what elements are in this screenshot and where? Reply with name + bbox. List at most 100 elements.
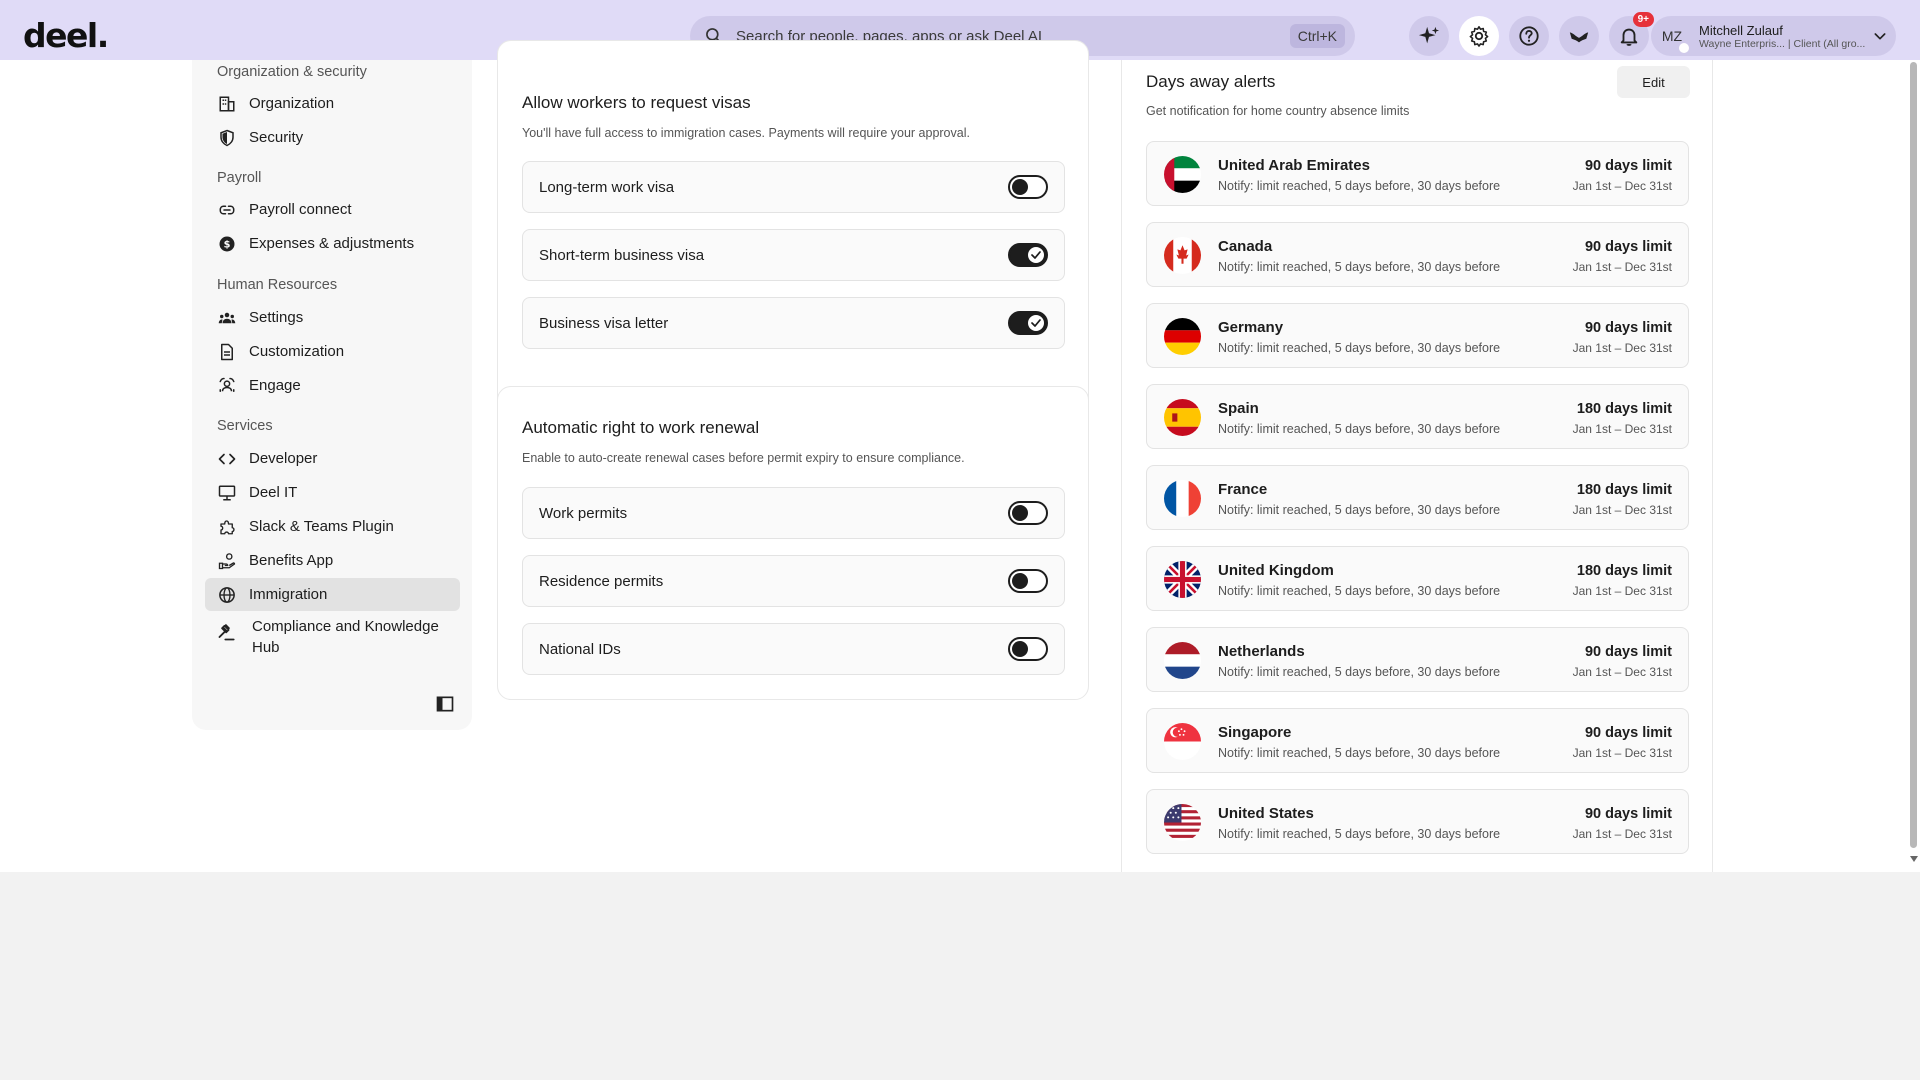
sidebar-item-label: Expenses & adjustments bbox=[249, 235, 415, 252]
help-button[interactable] bbox=[1509, 16, 1549, 56]
product-updates-button[interactable] bbox=[1559, 16, 1599, 56]
visa-card-title: Allow workers to request visas bbox=[522, 93, 751, 112]
spain-flag-icon bbox=[1164, 399, 1201, 436]
country-name: United Arab Emirates bbox=[1218, 157, 1370, 174]
right-to-work-renewal-card: Automatic right to work renewal Enable t… bbox=[497, 386, 1089, 700]
country-row-canada[interactable]: Canada Notify: limit reached, 5 days bef… bbox=[1146, 222, 1689, 287]
country-period: Jan 1st – Dec 31st bbox=[1572, 746, 1672, 760]
sidebar-item-label: Engage bbox=[249, 377, 301, 394]
us-flag-icon bbox=[1164, 804, 1201, 841]
long-term-work-visa-toggle[interactable] bbox=[1008, 175, 1048, 199]
bell-icon bbox=[1620, 28, 1638, 46]
visa-card-description: You'll have full access to immigration c… bbox=[522, 126, 970, 140]
toggle-row-work-permits: Work permits bbox=[522, 487, 1065, 539]
toggle-label: Residence permits bbox=[539, 572, 664, 590]
country-row-spain[interactable]: Spain Notify: limit reached, 5 days befo… bbox=[1146, 384, 1689, 449]
country-row-singapore[interactable]: Singapore Notify: limit reached, 5 days … bbox=[1146, 708, 1689, 773]
user-info: Mitchell Zulauf Wayne Enterpris... | Cli… bbox=[1699, 23, 1872, 50]
short-term-business-visa-toggle[interactable] bbox=[1008, 243, 1048, 267]
deel-logo[interactable]: deel. bbox=[23, 16, 109, 55]
help-icon bbox=[1519, 26, 1539, 46]
sidebar-item-engage[interactable]: Engage bbox=[205, 369, 460, 402]
toggle-label: Work permits bbox=[539, 504, 628, 522]
page-scrollbar[interactable] bbox=[1907, 60, 1920, 872]
country-limit: 180 days limit bbox=[1576, 401, 1672, 417]
business-visa-letter-toggle[interactable] bbox=[1008, 311, 1048, 335]
country-period: Jan 1st – Dec 31st bbox=[1572, 341, 1672, 355]
puzzle-icon bbox=[217, 517, 237, 537]
country-row-united-states[interactable]: United States Notify: limit reached, 5 d… bbox=[1146, 789, 1689, 854]
toggle-label: Business visa letter bbox=[539, 314, 669, 332]
france-flag-icon bbox=[1164, 480, 1201, 517]
sidebar-item-label: Customization bbox=[249, 343, 345, 360]
national-ids-toggle[interactable] bbox=[1008, 637, 1048, 661]
residence-permits-toggle[interactable] bbox=[1008, 569, 1048, 593]
section-title-organization-security: Organization & security bbox=[217, 64, 367, 80]
sidebar-item-label: Compliance and Knowledge Hub bbox=[252, 618, 439, 656]
shield-icon bbox=[217, 128, 237, 148]
renewal-card-description: Enable to auto-create renewal cases befo… bbox=[522, 451, 965, 465]
link-icon bbox=[217, 200, 237, 220]
country-row-uae[interactable]: United Arab Emirates Notify: limit reach… bbox=[1146, 141, 1689, 206]
scroll-down-arrow-icon[interactable] bbox=[1910, 856, 1918, 862]
visa-requests-card: Allow workers to request visas You'll ha… bbox=[497, 40, 1089, 414]
country-limit: 90 days limit bbox=[1584, 158, 1672, 174]
settings-button[interactable] bbox=[1459, 16, 1499, 56]
sidebar-item-benefits-app[interactable]: Benefits App bbox=[205, 544, 460, 577]
uae-flag-icon bbox=[1164, 156, 1201, 193]
collapse-sidebar-icon[interactable] bbox=[435, 694, 455, 714]
country-row-uk[interactable]: United Kingdom Notify: limit reached, 5 … bbox=[1146, 546, 1689, 611]
sidebar-item-label: Slack & Teams Plugin bbox=[249, 518, 394, 535]
edit-alerts-button[interactable]: Edit bbox=[1617, 66, 1690, 98]
sidebar-item-payroll-connect[interactable]: Payroll connect bbox=[205, 193, 460, 226]
country-notify: Notify: limit reached, 5 days before, 30… bbox=[1218, 422, 1501, 436]
scrollbar-thumb[interactable] bbox=[1910, 62, 1917, 848]
sidebar-item-slack-teams-plugin[interactable]: Slack & Teams Plugin bbox=[205, 510, 460, 543]
user-name: Mitchell Zulauf bbox=[1699, 22, 1783, 38]
country-period: Jan 1st – Dec 31st bbox=[1572, 827, 1672, 841]
sidebar-item-deel-it[interactable]: Deel IT bbox=[205, 476, 460, 509]
sidebar-item-label: Developer bbox=[249, 450, 318, 467]
sidebar-item-immigration[interactable]: Immigration bbox=[205, 578, 460, 611]
country-limit: 90 days limit bbox=[1584, 320, 1672, 336]
sidebar-item-compliance-knowledge-hub[interactable]: Compliance and Knowledge Hub bbox=[205, 612, 460, 656]
sidebar-item-organization[interactable]: Organization bbox=[205, 87, 460, 120]
top-icon-bar: 9+ bbox=[1409, 12, 1654, 56]
country-notify: Notify: limit reached, 5 days before, 30… bbox=[1218, 746, 1501, 760]
germany-flag-icon bbox=[1164, 318, 1201, 355]
dollar-coin-icon: $ bbox=[217, 234, 237, 254]
sparkle-icon bbox=[1418, 26, 1440, 44]
main-content: Organization & security Organization Sec… bbox=[0, 40, 1920, 872]
sidebar-item-expenses-adjustments[interactable]: $ Expenses & adjustments bbox=[205, 227, 460, 260]
country-period: Jan 1st – Dec 31st bbox=[1572, 422, 1672, 436]
sidebar-item-customization[interactable]: Customization bbox=[205, 335, 460, 368]
avatar: MZ bbox=[1657, 21, 1689, 53]
engage-icon bbox=[217, 376, 237, 396]
country-notify: Notify: limit reached, 5 days before, 30… bbox=[1218, 503, 1501, 517]
notifications-button[interactable]: 9+ bbox=[1609, 12, 1654, 56]
country-limit: 180 days limit bbox=[1576, 563, 1672, 579]
country-row-france[interactable]: France Notify: limit reached, 5 days bef… bbox=[1146, 465, 1689, 530]
country-row-netherlands[interactable]: Netherlands Notify: limit reached, 5 day… bbox=[1146, 627, 1689, 692]
section-title-payroll: Payroll bbox=[217, 170, 262, 186]
country-name: Canada bbox=[1218, 238, 1273, 255]
country-name: United Kingdom bbox=[1218, 562, 1334, 579]
uk-flag-icon bbox=[1164, 561, 1201, 598]
canada-flag-icon bbox=[1164, 237, 1201, 274]
user-menu[interactable]: MZ Mitchell Zulauf Wayne Enterpris... | … bbox=[1651, 16, 1896, 56]
renewal-card-title: Automatic right to work renewal bbox=[522, 418, 760, 437]
ai-sparkle-button[interactable] bbox=[1409, 16, 1449, 56]
sidebar-item-settings[interactable]: Settings bbox=[205, 301, 460, 334]
work-permits-toggle[interactable] bbox=[1008, 501, 1048, 525]
country-limit: 90 days limit bbox=[1584, 239, 1672, 255]
sidebar-item-developer[interactable]: Developer bbox=[205, 442, 460, 475]
sidebar-item-security[interactable]: Security bbox=[205, 121, 460, 154]
country-limit: 90 days limit bbox=[1584, 725, 1672, 741]
country-name: Netherlands bbox=[1218, 643, 1305, 660]
alerts-title: Days away alerts bbox=[1146, 72, 1276, 91]
gavel-icon bbox=[217, 622, 237, 642]
country-row-germany[interactable]: Germany Notify: limit reached, 5 days be… bbox=[1146, 303, 1689, 368]
status-dot bbox=[1679, 43, 1689, 53]
section-title-human-resources: Human Resources bbox=[217, 277, 338, 293]
country-period: Jan 1st – Dec 31st bbox=[1572, 665, 1672, 679]
